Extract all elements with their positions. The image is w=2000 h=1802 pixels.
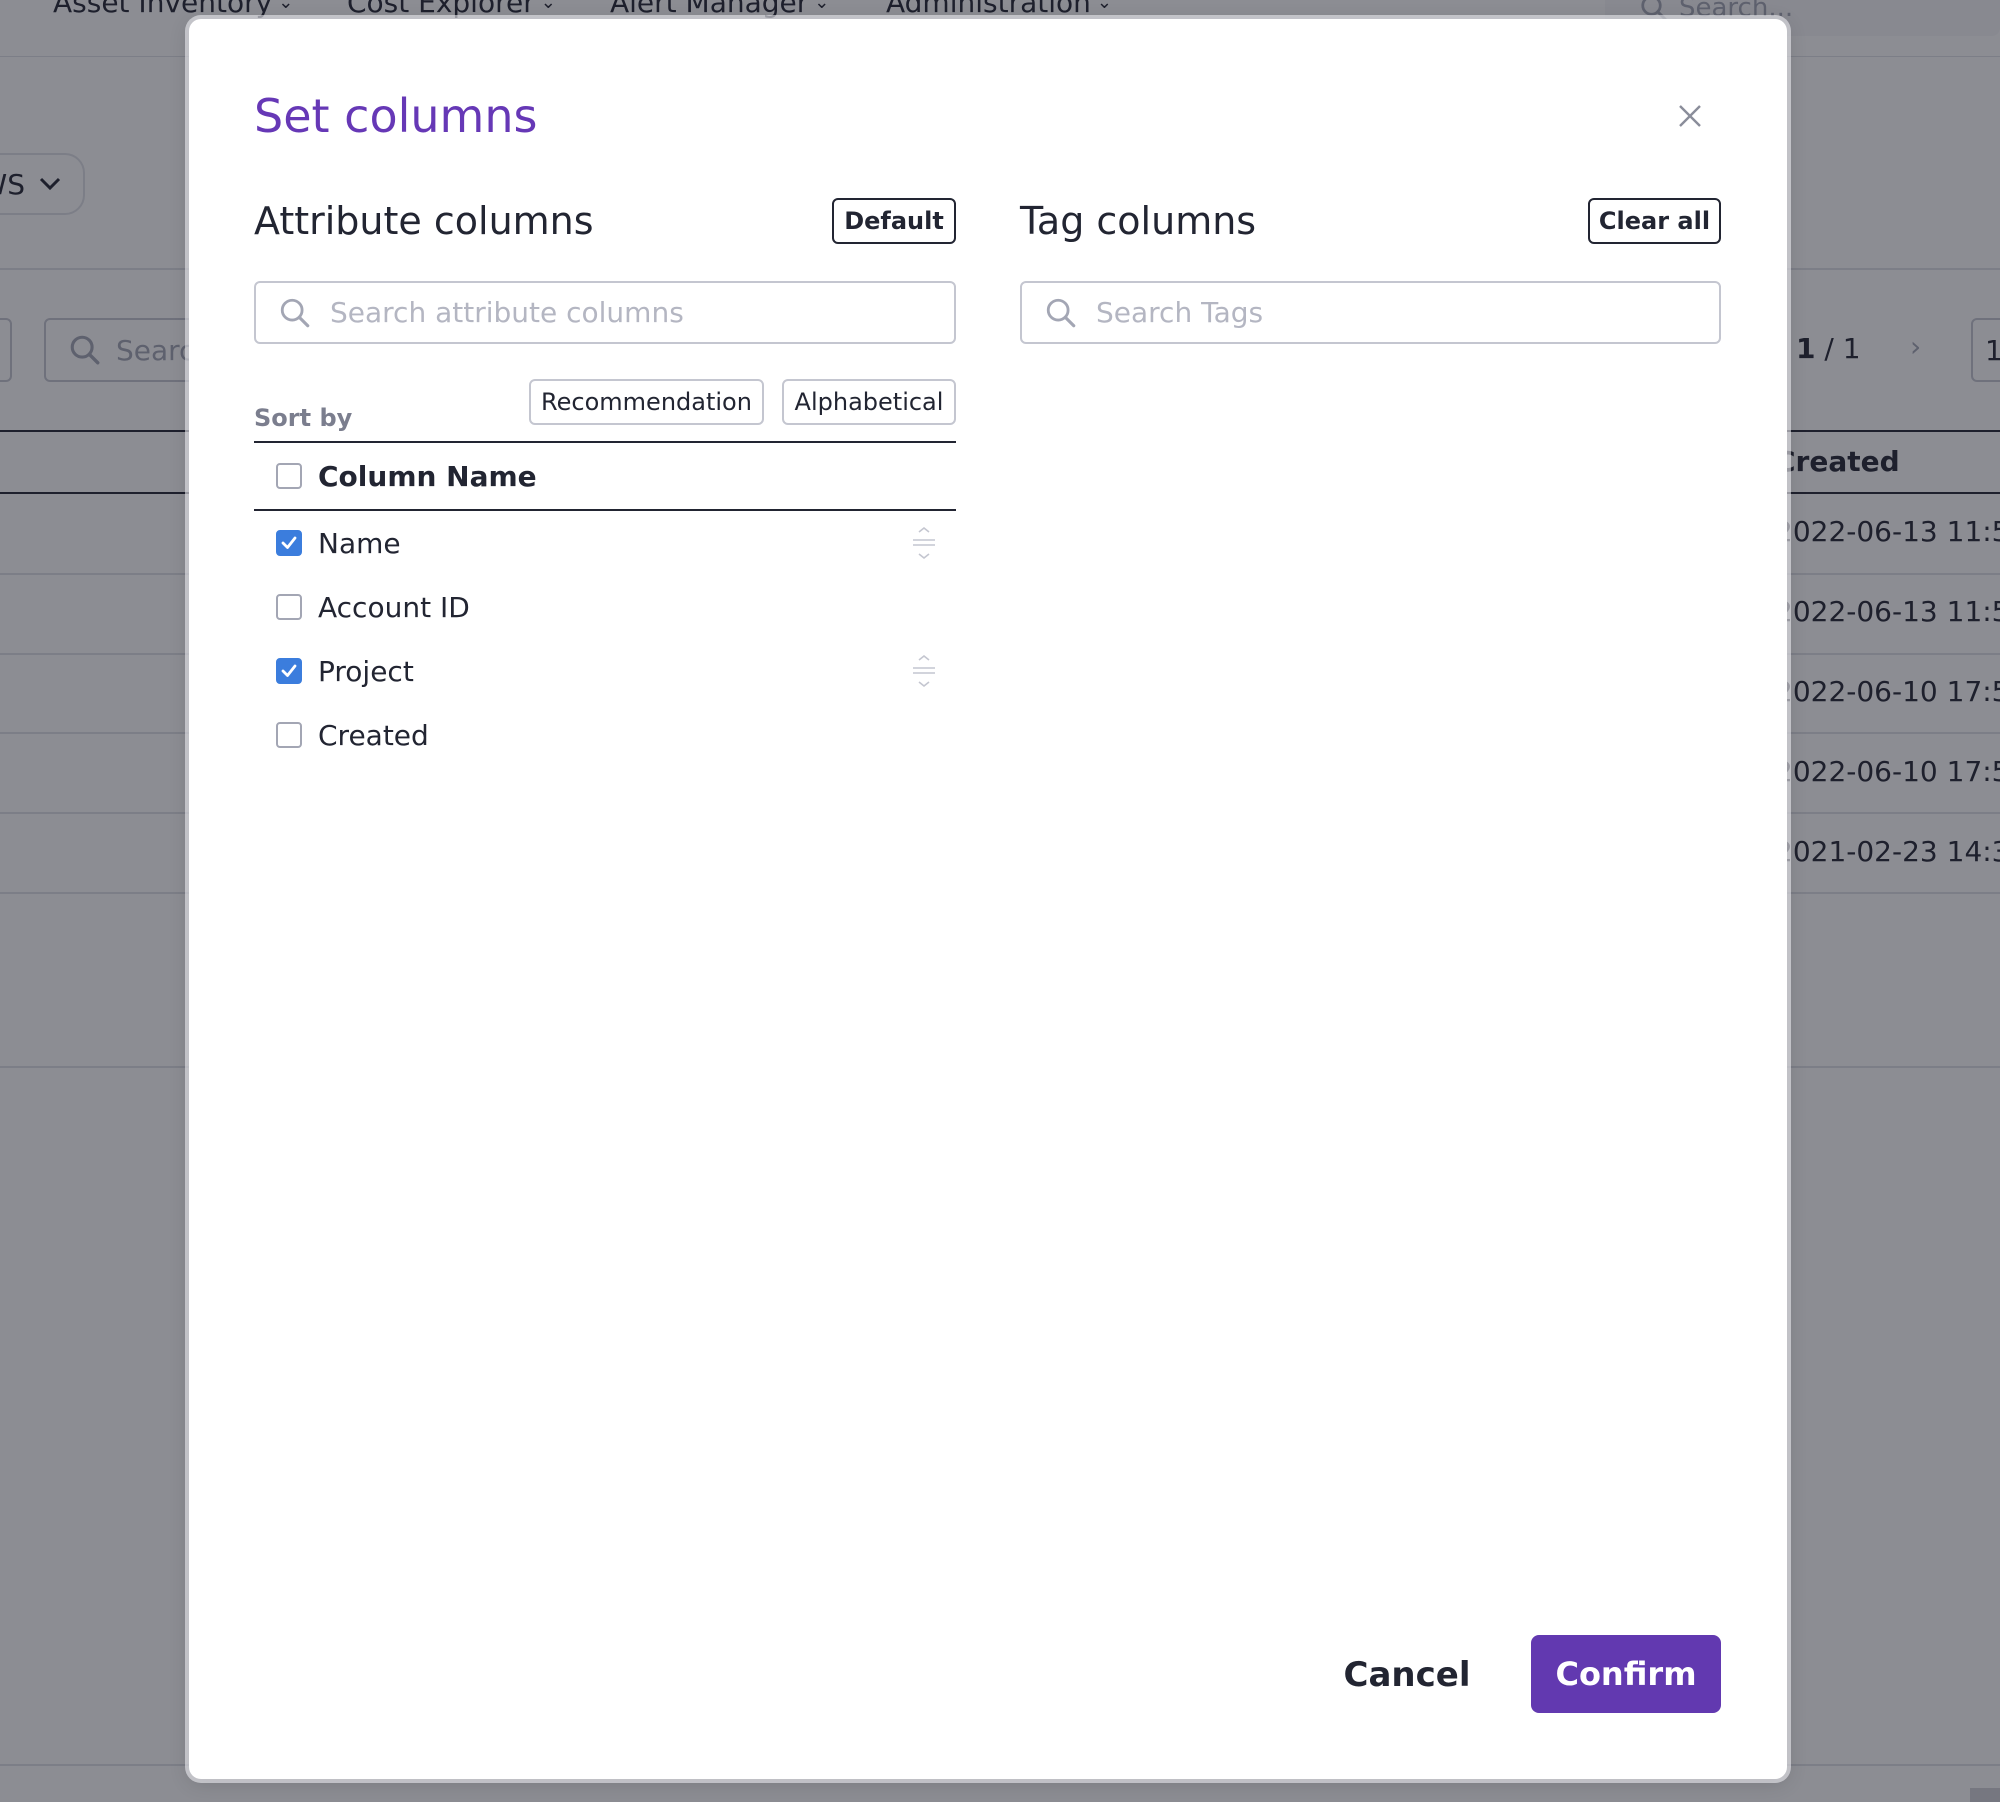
confirm-button[interactable]: Confirm [1531, 1635, 1721, 1713]
column-checkbox-created[interactable] [276, 722, 302, 748]
sort-recommendation-button[interactable]: Recommendation [529, 379, 764, 425]
sort-by-label: Sort by [254, 404, 353, 432]
attribute-search-field[interactable] [254, 281, 956, 344]
cancel-button[interactable]: Cancel [1342, 1636, 1472, 1714]
attribute-columns-title: Attribute columns [254, 199, 594, 243]
column-label: Project [318, 654, 414, 688]
column-label: Created [318, 718, 429, 752]
close-button[interactable] [1673, 99, 1707, 133]
attribute-columns-table: Column Name Name Account ID Project Crea… [254, 441, 956, 767]
column-row-name[interactable]: Name [254, 511, 956, 575]
drag-handle-icon[interactable] [910, 525, 938, 561]
search-icon [1046, 298, 1076, 327]
search-icon [280, 298, 310, 327]
clear-all-button[interactable]: Clear all [1588, 198, 1721, 244]
column-row-created[interactable]: Created [254, 703, 956, 767]
drag-handle-icon[interactable] [910, 653, 938, 689]
check-icon [281, 664, 297, 677]
attribute-search-input[interactable] [330, 296, 954, 329]
set-columns-modal: Set columns Attribute columns Default So… [189, 19, 1787, 1779]
tag-search-input[interactable] [1096, 296, 1719, 329]
sort-alphabetical-button[interactable]: Alphabetical [782, 379, 956, 425]
modal-title: Set columns [254, 89, 538, 143]
column-label: Account ID [318, 590, 470, 624]
column-row-project[interactable]: Project [254, 639, 956, 703]
column-checkbox-name[interactable] [276, 530, 302, 556]
check-icon [281, 536, 297, 549]
tag-search-field[interactable] [1020, 281, 1721, 344]
column-label: Name [318, 526, 401, 560]
default-button[interactable]: Default [832, 198, 956, 244]
column-checkbox-project[interactable] [276, 658, 302, 684]
close-icon [1679, 105, 1701, 127]
column-row-account-id[interactable]: Account ID [254, 575, 956, 639]
tag-columns-title: Tag columns [1020, 199, 1257, 243]
column-header-label: Column Name [318, 459, 537, 493]
select-all-checkbox[interactable] [276, 463, 302, 489]
column-header-row: Column Name [254, 443, 956, 509]
column-checkbox-account-id[interactable] [276, 594, 302, 620]
